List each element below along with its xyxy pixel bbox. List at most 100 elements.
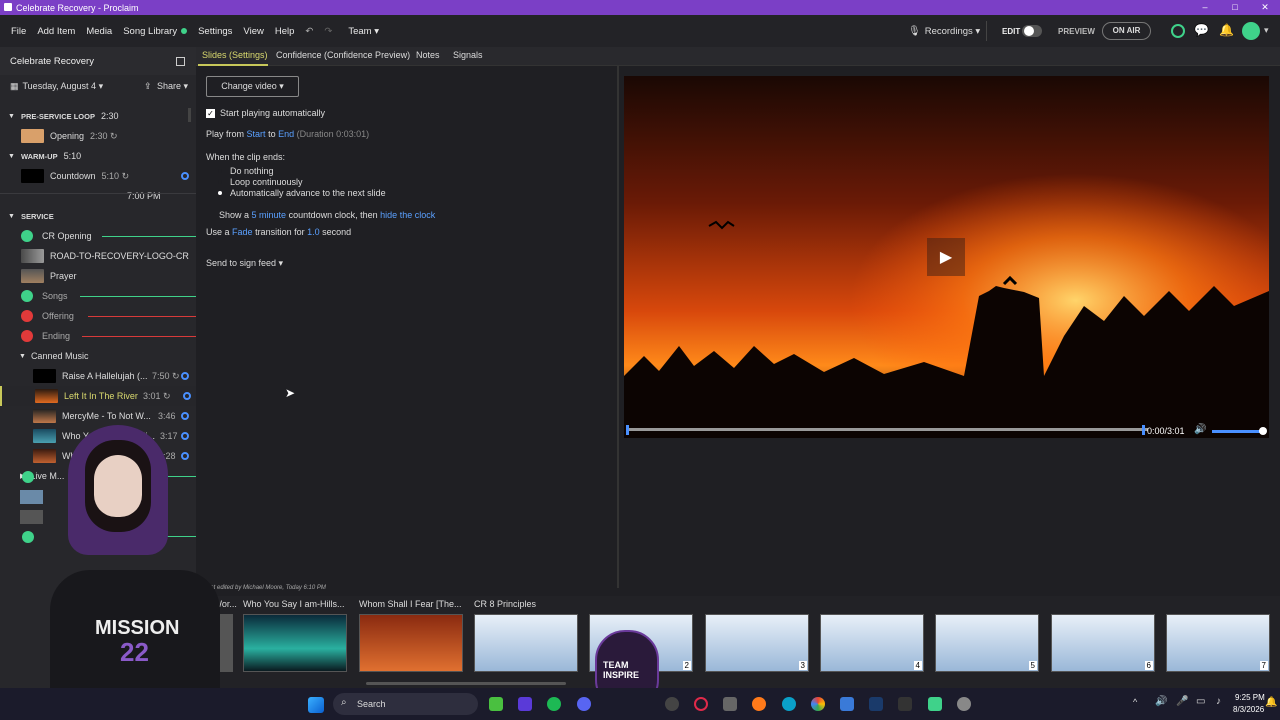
strip-scrollbar[interactable] — [366, 682, 566, 685]
edge-icon[interactable] — [782, 697, 796, 711]
undo-icon[interactable]: ↶ — [305, 26, 313, 37]
redo-icon[interactable]: ↷ — [324, 26, 332, 37]
team-menu[interactable]: Team ▾ — [348, 26, 379, 37]
slide-thumbnail[interactable]: 3 — [705, 614, 809, 672]
minutes-link[interactable]: 5 minute — [252, 210, 287, 220]
spotify-icon[interactable] — [547, 697, 561, 711]
sync-status-icon[interactable] — [1171, 24, 1185, 38]
cue-icon[interactable] — [181, 412, 189, 420]
slide-thumbnail[interactable] — [359, 614, 463, 672]
scrollbar[interactable] — [188, 108, 191, 122]
collapse-icon[interactable]: ▼ — [8, 153, 15, 160]
end-link[interactable]: End — [278, 129, 294, 139]
avatar-chevron-icon[interactable]: ▾ — [1264, 25, 1269, 36]
send-to-sign-feed[interactable]: Send to sign feed ▾ — [206, 258, 283, 269]
bell-icon[interactable]: 🔔 — [1219, 23, 1234, 37]
settings-gear-icon[interactable] — [957, 697, 971, 711]
countdown-checkbox[interactable] — [206, 210, 215, 220]
recordings-menu[interactable]: Recordings ▾ — [925, 26, 980, 37]
volume-handle[interactable] — [1259, 427, 1267, 435]
slide-thumbnail[interactable]: 7 — [1166, 614, 1270, 672]
notepad-icon[interactable] — [840, 697, 854, 711]
section-service[interactable]: ▼ SERVICE — [0, 206, 196, 226]
firefox-icon[interactable] — [752, 697, 766, 711]
minecraft-icon[interactable] — [489, 697, 503, 711]
cue-icon[interactable] — [181, 372, 189, 380]
radio-do-nothing[interactable] — [218, 169, 222, 173]
collapse-icon[interactable]: ▼ — [8, 113, 15, 120]
notification-bell-icon[interactable]: 🔔 — [1265, 697, 1277, 708]
slide-thumbnail[interactable]: 6 — [1051, 614, 1155, 672]
collapse-icon[interactable]: ▼ — [19, 353, 26, 360]
menu-media[interactable]: Media — [86, 26, 112, 37]
proclaim-icon[interactable] — [928, 697, 942, 711]
tray-chevron-icon[interactable]: ^ — [1133, 697, 1137, 707]
section-pre-service[interactable]: ▼ PRE-SERVICE LOOP 2:30 — [0, 106, 196, 126]
terminal-icon[interactable] — [898, 697, 912, 711]
menu-song-library[interactable]: Song Library — [123, 26, 177, 37]
scrubber-handle[interactable] — [626, 425, 629, 435]
slide-thumbnail[interactable] — [474, 614, 578, 672]
chrome-icon[interactable] — [811, 697, 825, 711]
service-title[interactable]: Celebrate Recovery — [10, 56, 94, 67]
menu-help[interactable]: Help — [275, 26, 295, 37]
menu-file[interactable]: File — [11, 26, 26, 37]
close-button[interactable]: ✕ — [1250, 0, 1280, 15]
list-item[interactable]: Prayer — [0, 266, 196, 286]
change-video-button[interactable]: Change video ▾ — [206, 76, 299, 97]
volume-tray-icon[interactable]: ♪ — [1216, 696, 1221, 707]
minimize-button[interactable]: – — [1190, 0, 1220, 15]
twitch-icon[interactable] — [518, 697, 532, 711]
fade-link[interactable]: Fade — [232, 227, 253, 237]
on-air-button[interactable]: ON AIR — [1102, 22, 1151, 40]
play-icon[interactable]: ▶ — [927, 238, 965, 276]
menu-view[interactable]: View — [243, 26, 263, 37]
list-item[interactable]: Ending — [0, 326, 196, 346]
share-icon[interactable]: ⇪ — [144, 81, 152, 92]
discord-icon[interactable] — [577, 697, 591, 711]
popout-icon[interactable] — [176, 57, 185, 66]
list-item[interactable]: ROAD-TO-RECOVERY-LOGO-CR — [0, 246, 196, 266]
cue-icon[interactable] — [181, 172, 189, 180]
list-item[interactable]: Songs — [0, 286, 196, 306]
clock-time[interactable]: 9:25 PM — [1235, 693, 1265, 702]
speaker-icon[interactable]: 🔊 — [1155, 696, 1167, 707]
tab-confidence[interactable]: Confidence (Confidence Preview) — [276, 50, 410, 60]
tab-slides-settings[interactable]: Slides (Settings) — [202, 50, 268, 60]
app-icon[interactable] — [694, 697, 708, 711]
service-date[interactable]: Tuesday, August 4 ▾ — [23, 81, 104, 92]
start-icon[interactable] — [308, 697, 324, 713]
start-auto-checkbox[interactable]: ✓ — [206, 108, 215, 118]
share-button[interactable]: Share ▾ — [157, 81, 188, 92]
menu-add-item[interactable]: Add Item — [37, 26, 75, 37]
panel-divider[interactable] — [617, 66, 619, 588]
tab-signals[interactable]: Signals — [453, 50, 483, 60]
collapse-icon[interactable]: ▼ — [8, 213, 15, 220]
list-item[interactable]: Raise A Hallelujah (... 7:50 ↻ — [0, 366, 196, 386]
slide-thumbnail[interactable]: 5 — [935, 614, 1039, 672]
list-item-selected[interactable]: Left It In The River 3:01 ↻ — [0, 386, 196, 406]
hide-clock-link[interactable]: hide the clock — [380, 210, 435, 220]
avatar[interactable] — [1242, 22, 1260, 40]
taskbar-search[interactable]: ⌕ Search — [333, 693, 478, 715]
section-warm-up[interactable]: ▼ WARM-UP 5:10 — [0, 146, 196, 166]
start-link[interactable]: Start — [247, 129, 266, 139]
mic-icon[interactable]: 🎤 — [1176, 696, 1188, 707]
canned-music-group[interactable]: ▼ Canned Music — [0, 346, 196, 366]
end-marker[interactable] — [1142, 425, 1145, 435]
edit-preview-toggle[interactable] — [1022, 25, 1042, 37]
transition-seconds-link[interactable]: 1.0 — [307, 227, 320, 237]
maximize-button[interactable]: □ — [1220, 0, 1250, 15]
app-icon[interactable] — [723, 697, 737, 711]
volume-slider[interactable] — [1212, 430, 1262, 433]
slide-thumbnail[interactable]: 4 — [820, 614, 924, 672]
github-icon[interactable] — [665, 697, 679, 711]
tab-notes[interactable]: Notes — [416, 50, 440, 60]
list-item[interactable]: Offering — [0, 306, 196, 326]
radio-loop[interactable] — [218, 180, 222, 184]
video-scrubber[interactable] — [628, 428, 1148, 431]
list-item[interactable]: Countdown 5:10 ↻ — [0, 166, 196, 186]
cue-icon[interactable] — [183, 392, 191, 400]
video-preview[interactable]: ▶ 0:00/3:01 🔊 — [624, 76, 1269, 438]
clock-date[interactable]: 8/3/2026 — [1233, 705, 1264, 714]
